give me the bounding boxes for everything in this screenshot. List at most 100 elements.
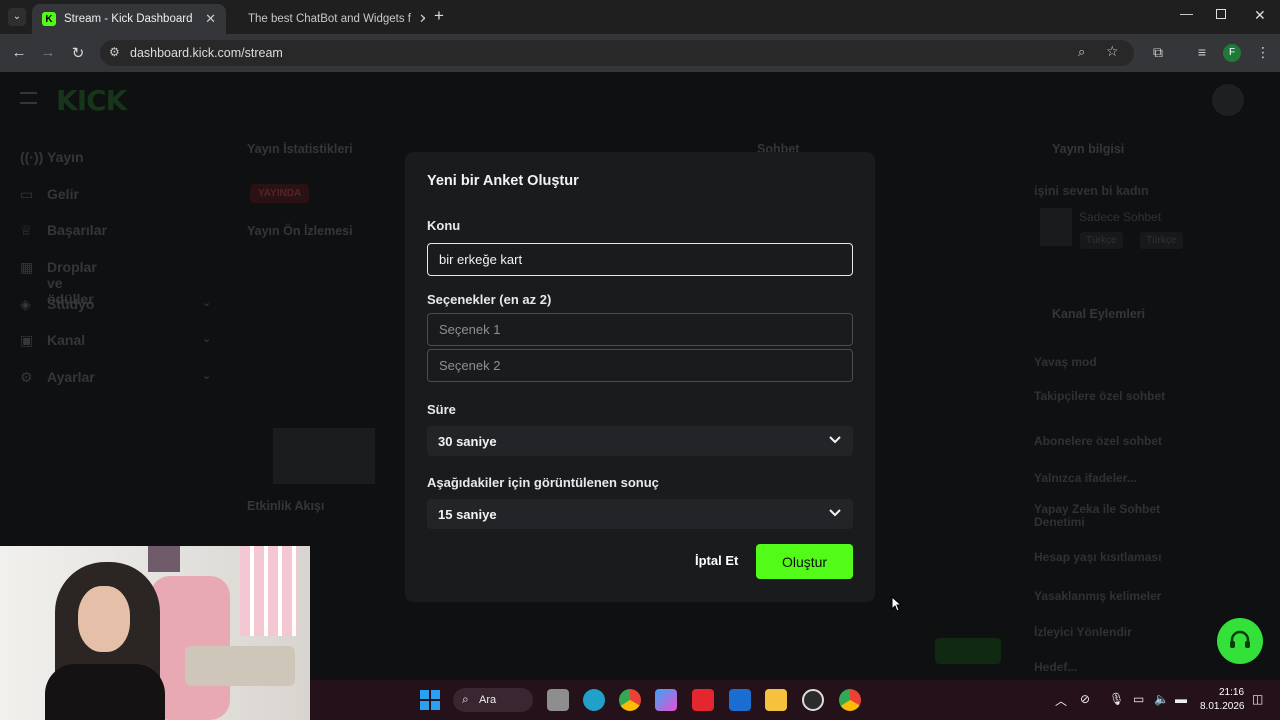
action-raid[interactable]: İzleyici Yönlendir [1034, 625, 1214, 639]
info-panel-title: Yayın bilgisi [1052, 142, 1125, 156]
camera-off-icon[interactable]: ⊘ [1080, 692, 1090, 706]
wallet-icon: ▭ [20, 186, 34, 202]
notifications-icon[interactable]: ◫ [1252, 692, 1263, 706]
tab-search-button[interactable]: ⌄ [8, 8, 26, 26]
clock-date[interactable]: 8.01.2026 [1200, 701, 1245, 712]
file-explorer-icon[interactable] [765, 689, 787, 711]
stream-preview-thumbnail [273, 428, 375, 484]
minimize-icon[interactable]: — [1180, 6, 1193, 21]
sidebar-item-ayarlar[interactable]: ⚙ Ayarlar ⌄ [20, 369, 211, 386]
close-tab-icon[interactable]: ✕ [419, 11, 425, 27]
topic-input-value: bir erkeğe kart [439, 252, 523, 267]
microsoft-store-icon[interactable] [729, 689, 751, 711]
tab-title: Stream - Kick Dashboard [64, 13, 193, 25]
mouse-cursor-icon [891, 596, 903, 612]
chevron-down-icon [829, 436, 841, 444]
new-tab-icon[interactable]: + [434, 6, 444, 26]
action-account-age[interactable]: Hesap yaşı kısıtlaması [1034, 550, 1214, 564]
battery-icon[interactable]: ▬ [1175, 692, 1187, 706]
task-view-icon[interactable] [547, 689, 569, 711]
action-emotes-only[interactable]: Yalnızca ifadeler... [1034, 471, 1214, 485]
sidebar-item-basarilar[interactable]: ♕ Başarılar [20, 222, 107, 239]
address-bar[interactable]: ⚙ dashboard.kick.com/stream ⌕ ☆ [100, 40, 1134, 66]
chat-send-button[interactable] [935, 638, 1001, 664]
sidebar-item-studyo[interactable]: ◈ Stüdyo ⌄ [20, 296, 211, 313]
sidebar-item-droplar[interactable]: ▦ Droplar ve ödüller [20, 259, 97, 307]
result-display-select[interactable]: 15 saniye [427, 499, 853, 529]
site-info-icon[interactable]: ⚙ [109, 45, 120, 59]
maximize-icon[interactable] [1216, 9, 1226, 19]
webcam-small-thumbnail [148, 546, 180, 572]
chevron-down-icon: ⌄ [202, 333, 212, 345]
sidebar-item-label: Stüdyo [47, 296, 95, 312]
zoom-icon[interactable]: ⌕ [1078, 44, 1085, 60]
kick-favicon-icon: K [42, 12, 56, 26]
option-1-input[interactable]: Seçenek 1 [427, 313, 853, 346]
option-2-input[interactable]: Seçenek 2 [427, 349, 853, 382]
cancel-button[interactable]: İptal Et [695, 553, 738, 568]
taskbar-search[interactable]: ⌕ Ara [453, 688, 533, 712]
tray-overflow-icon[interactable]: ︿ [1055, 692, 1067, 709]
webcam-overlay [0, 546, 310, 720]
action-sub-chat[interactable]: Abonelere özel sohbet [1034, 434, 1214, 448]
action-banned-words[interactable]: Yasaklanmış kelimeler [1034, 589, 1214, 603]
bookmark-star-icon[interactable]: ☆ [1106, 43, 1119, 60]
webcam-person-body [45, 664, 165, 720]
windows-start-icon[interactable] [420, 690, 440, 710]
search-icon: ⌕ [462, 692, 469, 706]
topic-input[interactable]: bir erkeğe kart [427, 243, 853, 276]
forward-icon[interactable]: → [39, 44, 57, 61]
chrome-icon[interactable] [619, 689, 641, 711]
user-avatar[interactable] [1212, 84, 1244, 116]
more-menu-icon[interactable]: ⋮ [1254, 44, 1272, 61]
chatbot-favicon-icon [236, 15, 244, 23]
gift-icon: ▦ [20, 259, 34, 275]
sidebar-item-gelir[interactable]: ▭ Gelir [20, 186, 79, 203]
hamburger-menu-icon[interactable] [20, 92, 37, 104]
tag-badge: Türkçe [1080, 232, 1123, 249]
chrome-profile-icon[interactable] [839, 689, 861, 711]
duration-select[interactable]: 30 saniye [427, 426, 853, 456]
profile-avatar[interactable]: F [1223, 44, 1241, 62]
copilot-icon[interactable] [655, 689, 677, 711]
extensions-icon[interactable]: ⧉ [1149, 44, 1167, 61]
action-follower-chat[interactable]: Takipçilere özel sohbet [1034, 389, 1214, 403]
channel-icon: ▣ [20, 332, 34, 348]
network-icon[interactable]: ▭ [1133, 692, 1144, 706]
obs-studio-icon[interactable] [802, 689, 824, 711]
taskbar-search-label: Ara [479, 694, 497, 706]
clock-time[interactable]: 21:16 [1219, 687, 1244, 698]
wps-office-icon[interactable] [692, 689, 714, 711]
studio-icon: ◈ [20, 296, 31, 312]
options-label: Seçenekler (en az 2) [427, 292, 552, 307]
chevron-down-icon: ⌄ [202, 370, 212, 382]
result-display-label: Aşağıdakiler için görüntülenen sonuç [427, 475, 659, 490]
action-slow-mode[interactable]: Yavaş mod [1034, 355, 1214, 369]
duration-value: 30 saniye [438, 433, 497, 449]
microphone-icon[interactable]: 🎙 [1109, 692, 1124, 706]
result-display-value: 15 saniye [438, 506, 497, 522]
duration-label: Süre [427, 402, 456, 417]
tab-title: The best ChatBot and Widgets f [248, 13, 412, 25]
sidebar-item-yayin[interactable]: ((·)) Yayın [20, 149, 84, 165]
tab-kick-dashboard[interactable]: K Stream - Kick Dashboard ✕ [32, 4, 226, 34]
tab-chatbot[interactable]: The best ChatBot and Widgets f ✕ [230, 4, 425, 34]
create-button[interactable]: Oluştur [756, 544, 853, 579]
option-2-placeholder: Seçenek 2 [439, 358, 501, 373]
trophy-icon: ♕ [20, 222, 33, 238]
option-1-placeholder: Seçenek 1 [439, 322, 501, 337]
sidebar-item-label: Ayarlar [47, 369, 95, 385]
action-ai-moderation[interactable]: Yapay Zeka ile Sohbet Denetimi [1034, 503, 1214, 529]
edge-browser-icon[interactable] [583, 689, 605, 711]
volume-icon[interactable]: 🔈 [1154, 692, 1169, 706]
action-goal[interactable]: Hedef... [1034, 660, 1214, 674]
webcam-poster-wall [240, 546, 298, 636]
close-window-icon[interactable]: ✕ [1254, 7, 1266, 24]
media-controls-icon[interactable]: ≡ [1193, 44, 1211, 60]
reload-icon[interactable]: ↻ [69, 44, 87, 62]
back-icon[interactable]: ← [10, 44, 28, 61]
close-tab-icon[interactable]: ✕ [205, 11, 216, 27]
sidebar-item-kanal[interactable]: ▣ Kanal ⌄ [20, 332, 211, 349]
sidebar-item-label: Gelir [47, 186, 79, 202]
support-chat-button[interactable] [1217, 618, 1263, 664]
